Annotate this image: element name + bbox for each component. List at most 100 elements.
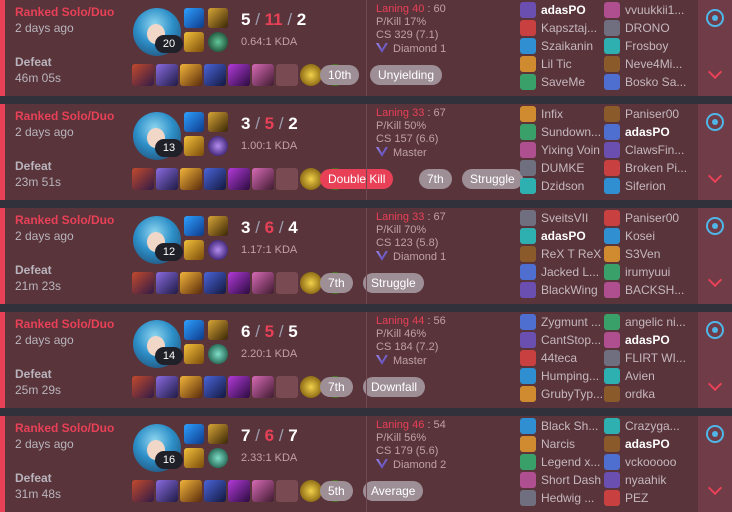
player-name[interactable]: Neve4Mi...	[625, 57, 682, 71]
item-slot-5-icon[interactable]	[228, 272, 250, 294]
trinket-item-icon[interactable]	[300, 272, 322, 294]
expand-chevron-icon[interactable]	[707, 64, 723, 80]
player-name[interactable]: nyaahik	[625, 473, 666, 487]
match-card[interactable]: Ranked Solo/Duo 2 days ago Defeat 31m 48s 16…	[0, 416, 732, 512]
match-card[interactable]: Ranked Solo/Duo 2 days ago Defeat 46m 05s 20…	[0, 0, 732, 96]
empty-item-slot[interactable]	[276, 168, 298, 190]
item-slot-4-icon[interactable]	[204, 376, 226, 398]
item-slot-3-icon[interactable]	[180, 64, 202, 86]
summoner-spell-ignite-icon[interactable]	[184, 136, 204, 156]
player-name[interactable]: Narcis	[541, 437, 575, 451]
item-slot-4-icon[interactable]	[204, 168, 226, 190]
player-name[interactable]: irumyuui	[625, 265, 670, 279]
player-name[interactable]: BACKSH...	[625, 283, 684, 297]
expand-chevron-icon[interactable]	[707, 376, 723, 392]
blitz-share-icon[interactable]	[706, 9, 724, 27]
item-slot-6-icon[interactable]	[252, 272, 274, 294]
player-name[interactable]: Zygmunt ...	[541, 315, 601, 329]
empty-item-slot[interactable]	[276, 480, 298, 502]
empty-item-slot[interactable]	[276, 64, 298, 86]
summoner-spell-flash-icon[interactable]	[184, 8, 204, 28]
empty-item-slot[interactable]	[276, 272, 298, 294]
item-slot-6-icon[interactable]	[252, 376, 274, 398]
secondary-rune-icon[interactable]	[208, 136, 228, 156]
player-name[interactable]: BlackWing	[541, 283, 598, 297]
player-name[interactable]: FLIRT WI...	[625, 351, 686, 365]
player-name[interactable]: Kapsztaj...	[541, 21, 597, 35]
player-name[interactable]: Sundown...	[541, 125, 601, 139]
item-slot-1-icon[interactable]	[132, 480, 154, 502]
trinket-item-icon[interactable]	[300, 376, 322, 398]
item-slot-2-icon[interactable]	[156, 168, 178, 190]
player-name[interactable]: PEZ	[625, 491, 648, 505]
player-name[interactable]: Short Dash	[541, 473, 601, 487]
player-name[interactable]: Jacked L...	[541, 265, 599, 279]
player-name[interactable]: Humping...	[541, 369, 599, 383]
player-name[interactable]: adasPO	[541, 3, 586, 17]
item-slot-3-icon[interactable]	[180, 376, 202, 398]
player-name[interactable]: vvuukkii1...	[625, 3, 684, 17]
player-name[interactable]: ReX T ReX	[541, 247, 601, 261]
item-slot-2-icon[interactable]	[156, 64, 178, 86]
keystone-rune-icon[interactable]	[208, 8, 228, 28]
summoner-spell-ignite-icon[interactable]	[184, 240, 204, 260]
secondary-rune-icon[interactable]	[208, 344, 228, 364]
match-card[interactable]: Ranked Solo/Duo 2 days ago Defeat 23m 51s 13…	[0, 104, 732, 200]
summoner-spell-ignite-icon[interactable]	[184, 32, 204, 52]
player-name[interactable]: ordka	[625, 387, 655, 401]
player-name[interactable]: SaveMe	[541, 75, 585, 89]
item-slot-5-icon[interactable]	[228, 168, 250, 190]
trinket-item-icon[interactable]	[300, 480, 322, 502]
player-name[interactable]: Siferion	[625, 179, 666, 193]
player-name[interactable]: ClawsFin...	[625, 143, 684, 157]
player-name[interactable]: Lil Tic	[541, 57, 572, 71]
blitz-share-icon[interactable]	[706, 321, 724, 339]
item-slot-3-icon[interactable]	[180, 272, 202, 294]
player-name[interactable]: Paniser00	[625, 211, 679, 225]
item-slot-2-icon[interactable]	[156, 376, 178, 398]
empty-item-slot[interactable]	[276, 376, 298, 398]
player-name[interactable]: DUMKE	[541, 161, 584, 175]
secondary-rune-icon[interactable]	[208, 32, 228, 52]
item-slot-2-icon[interactable]	[156, 272, 178, 294]
item-slot-6-icon[interactable]	[252, 480, 274, 502]
player-name[interactable]: CantStop...	[541, 333, 601, 347]
expand-chevron-icon[interactable]	[707, 272, 723, 288]
item-slot-2-icon[interactable]	[156, 480, 178, 502]
blitz-share-icon[interactable]	[706, 425, 724, 443]
player-name[interactable]: Crazyga...	[625, 419, 680, 433]
item-slot-5-icon[interactable]	[228, 64, 250, 86]
item-slot-4-icon[interactable]	[204, 272, 226, 294]
secondary-rune-icon[interactable]	[208, 240, 228, 260]
player-name[interactable]: adasPO	[625, 437, 670, 451]
player-name[interactable]: adasPO	[625, 333, 670, 347]
player-name[interactable]: adasPO	[541, 229, 586, 243]
summoner-spell-ignite-icon[interactable]	[184, 344, 204, 364]
player-name[interactable]: GrubyTyp...	[541, 387, 603, 401]
item-slot-4-icon[interactable]	[204, 64, 226, 86]
player-name[interactable]: S3Ven	[625, 247, 660, 261]
player-name[interactable]: Kosei	[625, 229, 655, 243]
item-slot-6-icon[interactable]	[252, 168, 274, 190]
summoner-spell-flash-icon[interactable]	[184, 424, 204, 444]
player-name[interactable]: Szaikanin	[541, 39, 593, 53]
keystone-rune-icon[interactable]	[208, 424, 228, 444]
keystone-rune-icon[interactable]	[208, 216, 228, 236]
player-name[interactable]: Paniser00	[625, 107, 679, 121]
player-name[interactable]: Bosko Sa...	[625, 75, 686, 89]
player-name[interactable]: SveitsVII	[541, 211, 588, 225]
player-name[interactable]: Yixing Voin	[541, 143, 600, 157]
player-name[interactable]: Hedwig ...	[541, 491, 594, 505]
player-name[interactable]: Infix	[541, 107, 563, 121]
secondary-rune-icon[interactable]	[208, 448, 228, 468]
player-name[interactable]: Broken Pi...	[625, 161, 687, 175]
item-slot-5-icon[interactable]	[228, 376, 250, 398]
trinket-item-icon[interactable]	[300, 168, 322, 190]
item-slot-6-icon[interactable]	[252, 64, 274, 86]
item-slot-1-icon[interactable]	[132, 376, 154, 398]
player-name[interactable]: Avien	[625, 369, 655, 383]
keystone-rune-icon[interactable]	[208, 112, 228, 132]
expand-chevron-icon[interactable]	[707, 480, 723, 496]
match-card[interactable]: Ranked Solo/Duo 2 days ago Defeat 25m 29s 14…	[0, 312, 732, 408]
item-slot-1-icon[interactable]	[132, 168, 154, 190]
